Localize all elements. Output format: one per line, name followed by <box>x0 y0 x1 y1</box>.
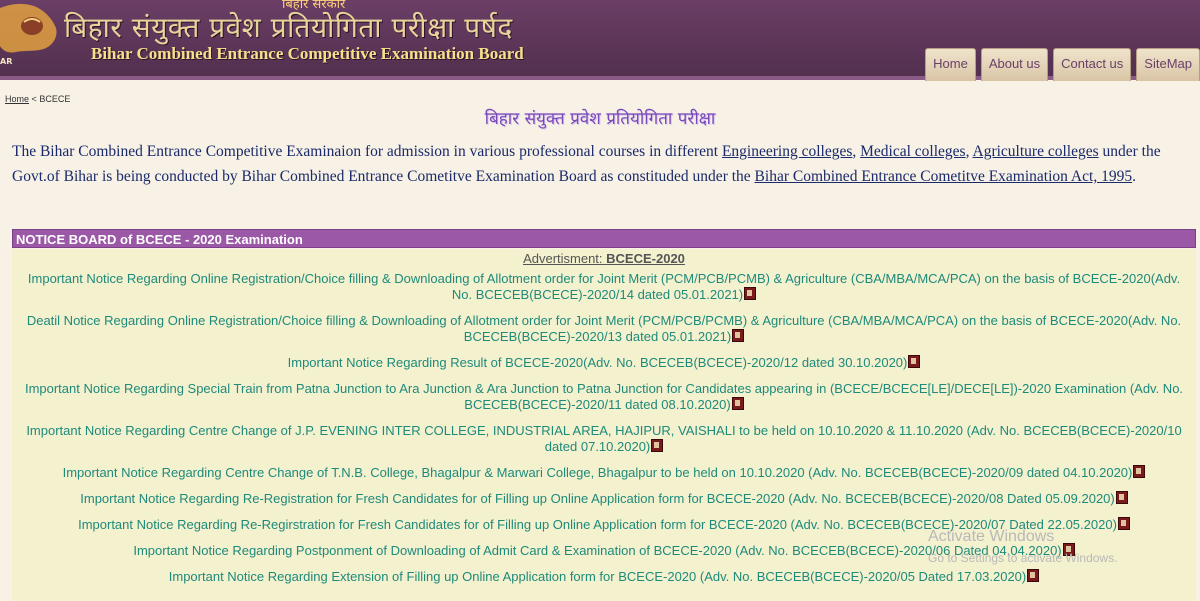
notice-item: Important Notice Regarding Special Train… <box>12 381 1196 413</box>
intro-paragraph: The Bihar Combined Entrance Competitive … <box>12 139 1194 189</box>
notice-link[interactable]: Important Notice Regarding Centre Change… <box>63 465 1133 480</box>
advertisement-link[interactable]: Advertisment: BCECE-2020 <box>523 251 685 266</box>
notice-board: Advertisment: BCECE-2020 Important Notic… <box>12 249 1196 601</box>
notice-item: Important Notice Regarding Online Regist… <box>12 271 1196 303</box>
pdf-icon[interactable] <box>651 439 664 452</box>
notice-item: Important Notice Regarding Centre Change… <box>12 423 1196 455</box>
site-header: AR बिहार सरकार बिहार संयुक्त प्रवेश प्रत… <box>0 0 1200 81</box>
pdf-icon[interactable] <box>732 329 745 342</box>
breadcrumb-current: BCECE <box>39 94 71 104</box>
pdf-icon[interactable] <box>1115 491 1128 504</box>
notice-item: Deatil Notice Regarding Online Registrat… <box>12 313 1196 345</box>
pdf-icon[interactable] <box>744 287 757 300</box>
intro-text-1: The Bihar Combined Entrance Competitive … <box>12 143 722 160</box>
notice-link[interactable]: Important Notice Regarding Online Regist… <box>28 271 1180 302</box>
notice-board-title: NOTICE BOARD of BCECE - 2020 Examination <box>12 229 1196 248</box>
hindi-site-title: बिहार संयुक्त प्रवेश प्रतियोगिता परीक्षा… <box>64 11 513 44</box>
notice-link[interactable]: Important Notice Regarding Centre Change… <box>26 423 1181 454</box>
pdf-icon[interactable] <box>1027 569 1040 582</box>
advertisement-line: Advertisment: BCECE-2020 <box>12 251 1196 266</box>
notice-link[interactable]: Important Notice Regarding Extension of … <box>169 569 1026 584</box>
notice-item: Important Notice Regarding Re-Registrati… <box>12 491 1196 507</box>
advertisement-title: BCECE-2020 <box>606 251 685 266</box>
notice-link[interactable]: Important Notice Regarding Result of BCE… <box>288 355 908 370</box>
nav-home[interactable]: Home <box>925 48 976 81</box>
pdf-icon[interactable] <box>1133 465 1146 478</box>
page-subtitle-hindi: बिहार संयुक्त प्रवेश प्रतियोगिता परीक्षा <box>484 109 716 129</box>
intro-separator-1: , <box>852 143 861 160</box>
breadcrumb: Home < BCECE <box>5 94 70 104</box>
notice-link[interactable]: Important Notice Regarding Postponment o… <box>133 543 1061 558</box>
nav-about-us[interactable]: About us <box>980 48 1049 81</box>
windows-activation-hint: Go to Settings to activate Windows. <box>928 551 1118 565</box>
notice-link[interactable]: Deatil Notice Regarding Online Registrat… <box>27 313 1181 344</box>
nav-sitemap[interactable]: SiteMap <box>1136 48 1200 81</box>
breadcrumb-home-link[interactable]: Home <box>5 94 29 104</box>
engineering-colleges-link[interactable]: Engineering colleges <box>722 143 852 160</box>
nav-contact-us[interactable]: Contact us <box>1053 48 1132 81</box>
advertisement-label: Advertisment: <box>523 251 607 266</box>
logo-text: AR <box>0 57 13 66</box>
medical-colleges-link[interactable]: Medical colleges <box>860 143 965 160</box>
notice-item: Important Notice Regarding Centre Change… <box>12 465 1196 481</box>
main-nav: Home About us Contact us SiteMap <box>925 44 1200 81</box>
notice-item: Important Notice Regarding Result of BCE… <box>12 355 1196 371</box>
pdf-icon[interactable] <box>1117 517 1130 530</box>
intro-text-3: . <box>1132 168 1136 185</box>
notice-link[interactable]: Important Notice Regarding Special Train… <box>25 381 1183 412</box>
agriculture-colleges-link[interactable]: Agriculture colleges <box>973 143 1099 160</box>
pdf-icon[interactable] <box>731 397 744 410</box>
notice-link[interactable]: Important Notice Regarding Re-Registrati… <box>80 491 1114 506</box>
intro-separator-2: , <box>965 143 973 160</box>
examination-act-link[interactable]: Bihar Combined Entrance Cometitve Examin… <box>755 168 1133 185</box>
english-site-title: Bihar Combined Entrance Competitive Exam… <box>91 44 524 63</box>
notice-item: Important Notice Regarding Extension of … <box>12 569 1196 585</box>
pdf-icon[interactable] <box>908 355 921 368</box>
windows-activation-watermark: Activate Windows <box>928 528 1055 545</box>
breadcrumb-separator: < <box>31 94 37 104</box>
